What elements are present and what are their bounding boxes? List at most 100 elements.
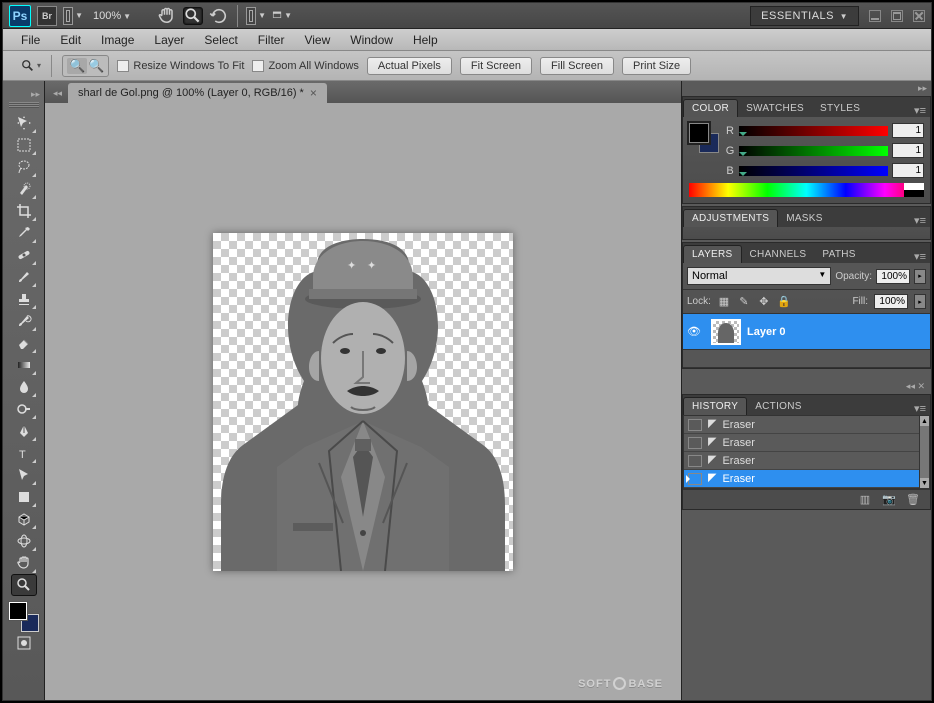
close-button[interactable]: [913, 10, 925, 22]
actual-pixels-button[interactable]: Actual Pixels: [367, 57, 452, 75]
tabbar-collapse-icon[interactable]: ◂◂: [53, 88, 68, 103]
tab-actions[interactable]: ACTIONS: [747, 398, 810, 415]
menu-select[interactable]: Select: [204, 33, 237, 47]
tab-styles[interactable]: STYLES: [812, 100, 868, 117]
resize-windows-checkbox[interactable]: Resize Windows To Fit: [117, 60, 244, 72]
document-tab[interactable]: sharl de Gol.png @ 100% (Layer 0, RGB/16…: [68, 83, 327, 103]
zoom-tool[interactable]: [11, 574, 37, 596]
panel-menu-icon[interactable]: ▾≡: [910, 250, 930, 263]
layer-name[interactable]: Layer 0: [747, 326, 786, 338]
bridge-icon[interactable]: Br: [37, 6, 57, 26]
zoom-in-icon[interactable]: 🔍: [67, 58, 87, 74]
minimize-button[interactable]: [869, 10, 881, 22]
shape-tool[interactable]: [11, 486, 37, 508]
r-slider[interactable]: R: [725, 123, 924, 138]
visibility-icon[interactable]: 👁: [683, 325, 705, 338]
layer-thumbnail[interactable]: [711, 319, 741, 345]
arrange-docs-icon[interactable]: ▼: [246, 7, 266, 25]
menu-window[interactable]: Window: [350, 33, 393, 47]
color-spectrum[interactable]: [689, 183, 924, 197]
close-tab-icon[interactable]: ×: [310, 86, 317, 100]
menu-image[interactable]: Image: [101, 33, 134, 47]
history-item-current[interactable]: ◢Eraser: [684, 470, 929, 488]
history-item[interactable]: ◢Eraser: [684, 416, 929, 434]
lasso-tool[interactable]: [11, 156, 37, 178]
3d-tool[interactable]: [11, 508, 37, 530]
lock-pixels-icon[interactable]: ✎: [737, 295, 751, 309]
marquee-tool[interactable]: [11, 134, 37, 156]
delete-state-icon[interactable]: 🗑: [906, 494, 920, 506]
tab-channels[interactable]: CHANNELS: [742, 246, 815, 263]
pen-tool[interactable]: [11, 420, 37, 442]
quick-mask-toggle[interactable]: [11, 632, 37, 654]
fit-screen-button[interactable]: Fit Screen: [460, 57, 532, 75]
arrange-documents-icon[interactable]: ▼: [63, 7, 83, 25]
quick-select-tool[interactable]: [11, 178, 37, 200]
tab-adjustments[interactable]: ADJUSTMENTS: [683, 209, 778, 227]
new-document-from-state-icon[interactable]: ▥: [858, 494, 872, 506]
zoom-out-icon[interactable]: 🔍: [88, 58, 104, 74]
menu-edit[interactable]: Edit: [60, 33, 81, 47]
history-item[interactable]: ◢Eraser: [684, 434, 929, 452]
healing-tool[interactable]: [11, 244, 37, 266]
color-panel-swatch[interactable]: [689, 123, 719, 153]
crop-tool[interactable]: [11, 200, 37, 222]
layer-row[interactable]: 👁 Layer 0: [683, 314, 930, 350]
fill-value[interactable]: 100%: [874, 294, 908, 309]
brush-tool[interactable]: [11, 266, 37, 288]
move-tool[interactable]: [11, 112, 37, 134]
panels-collapse-icon[interactable]: ▸▸: [682, 81, 931, 96]
color-swatches[interactable]: [9, 602, 39, 632]
menu-file[interactable]: File: [21, 33, 40, 47]
b-slider[interactable]: B: [725, 163, 924, 178]
tab-history[interactable]: HISTORY: [683, 397, 747, 415]
dodge-tool[interactable]: [11, 398, 37, 420]
history-item[interactable]: ◢Eraser: [684, 452, 929, 470]
lock-position-icon[interactable]: ✥: [757, 295, 771, 309]
blur-tool[interactable]: [11, 376, 37, 398]
workspace-switcher[interactable]: ESSENTIALS ▼: [750, 6, 859, 26]
zoom-all-windows-checkbox[interactable]: Zoom All Windows: [252, 60, 358, 72]
menu-help[interactable]: Help: [413, 33, 438, 47]
hand-tool-shortcut-icon[interactable]: [157, 7, 177, 25]
tab-color[interactable]: COLOR: [683, 99, 738, 117]
tab-layers[interactable]: LAYERS: [683, 245, 742, 263]
gradient-tool[interactable]: [11, 354, 37, 376]
panel-menu-icon[interactable]: ▾≡: [910, 214, 930, 227]
tool-preset-icon[interactable]: ▾: [21, 57, 41, 75]
canvas[interactable]: ✦ ✦: [213, 233, 513, 571]
menu-layer[interactable]: Layer: [154, 33, 184, 47]
opacity-value[interactable]: 100%: [876, 269, 910, 284]
toolbox-collapse-icon[interactable]: ▸▸: [29, 87, 42, 102]
panel-menu-icon[interactable]: ▾≡: [910, 104, 930, 117]
type-tool[interactable]: T: [11, 442, 37, 464]
new-snapshot-icon[interactable]: 📷: [882, 494, 896, 506]
history-collapse-icon[interactable]: ◂◂ ✕: [682, 379, 931, 394]
photoshop-logo[interactable]: Ps: [9, 5, 31, 27]
g-value[interactable]: [892, 143, 924, 158]
g-slider[interactable]: G: [725, 143, 924, 158]
history-scrollbar[interactable]: ▲▼: [919, 416, 929, 488]
lock-all-icon[interactable]: 🔒: [777, 295, 791, 309]
opacity-stepper[interactable]: ▸: [914, 269, 926, 284]
blend-mode-select[interactable]: Normal▼: [687, 267, 831, 285]
eyedropper-tool[interactable]: [11, 222, 37, 244]
rotate-view-shortcut-icon[interactable]: [209, 7, 229, 25]
history-brush-tool[interactable]: [11, 310, 37, 332]
stamp-tool[interactable]: [11, 288, 37, 310]
foreground-color[interactable]: [9, 602, 27, 620]
zoom-mode-toggle[interactable]: 🔍 🔍: [62, 55, 109, 77]
menu-filter[interactable]: Filter: [258, 33, 285, 47]
path-select-tool[interactable]: [11, 464, 37, 486]
zoom-level[interactable]: 100%▼: [89, 10, 135, 22]
zoom-tool-shortcut-icon[interactable]: [183, 7, 203, 25]
tab-paths[interactable]: PATHS: [814, 246, 863, 263]
fill-screen-button[interactable]: Fill Screen: [540, 57, 614, 75]
3d-camera-tool[interactable]: [11, 530, 37, 552]
panel-menu-icon[interactable]: ▾≡: [910, 402, 930, 415]
tab-masks[interactable]: MASKS: [778, 210, 831, 227]
hand-tool[interactable]: [11, 552, 37, 574]
maximize-button[interactable]: [891, 10, 903, 22]
eraser-tool[interactable]: [11, 332, 37, 354]
menu-view[interactable]: View: [304, 33, 330, 47]
